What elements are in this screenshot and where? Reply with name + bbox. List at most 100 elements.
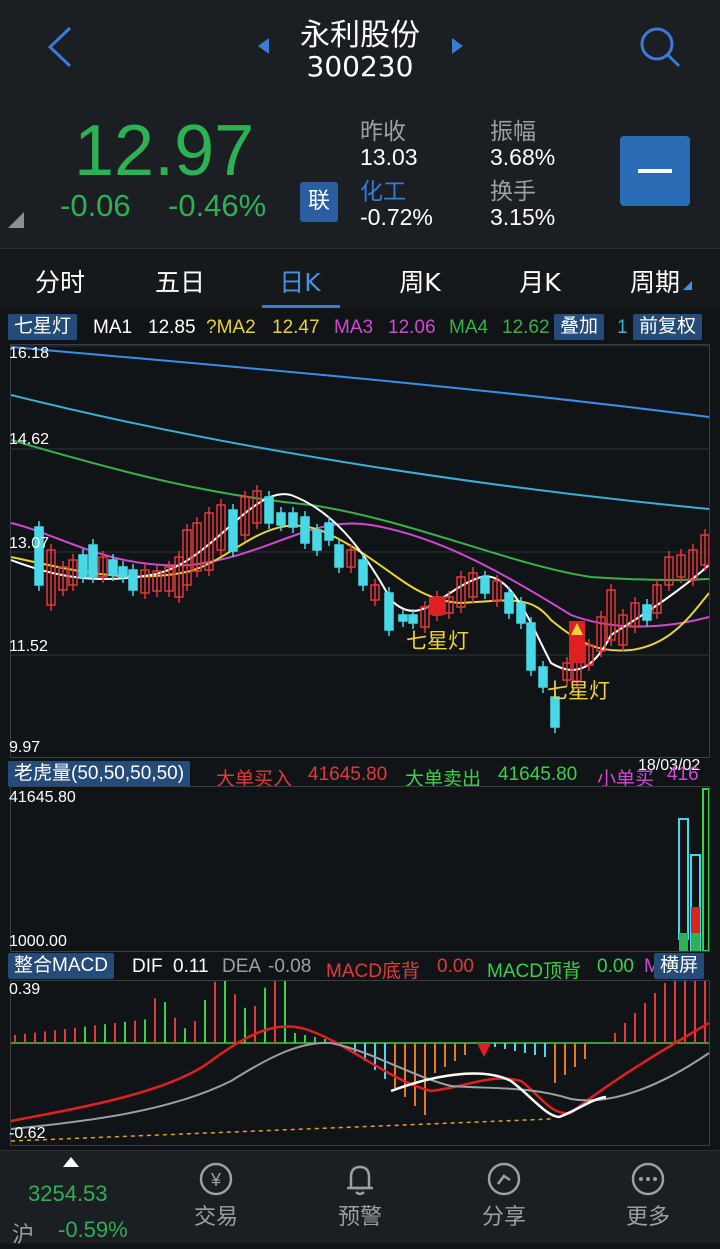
small-buy-value: 416: [667, 764, 699, 785]
stock-name: 永利股份: [300, 18, 420, 53]
tab-five-day[interactable]: 五日: [125, 263, 235, 299]
nav-share-label: 分享: [481, 1205, 526, 1230]
candle-43: [526, 622, 536, 671]
svg-text:¥: ¥: [210, 1170, 222, 1190]
indicator-badge[interactable]: 七星灯: [8, 314, 78, 340]
expand-corner-icon[interactable]: [8, 212, 24, 228]
volume-y-top: 41645.80: [9, 789, 76, 806]
prev-close-label: 昨收: [360, 119, 406, 145]
ma2-label: ?MA2: [206, 317, 256, 338]
tab-daily-k[interactable]: 日K: [245, 263, 355, 299]
volume-y-bottom: 1000.00: [9, 933, 67, 950]
dif-label: DIF: [132, 956, 163, 977]
macd-signal-arrow-icon: [477, 1043, 491, 1057]
next-stock-icon[interactable]: [452, 38, 463, 54]
nav-alert[interactable]: 预警: [310, 1159, 410, 1231]
volume-bar-outline-3: [702, 788, 709, 951]
big-buy-value: 41645.80: [308, 764, 388, 785]
lian-button[interactable]: 联: [300, 182, 338, 222]
candle-53: [642, 604, 652, 621]
index-value[interactable]: 3254.53: [28, 1181, 108, 1207]
candle-26: [324, 522, 334, 541]
tab-intraday[interactable]: 分时: [5, 263, 115, 299]
candle-29: [358, 559, 368, 586]
dea-label: DEA: [222, 956, 262, 977]
big-buy-label: 大单买入: [216, 769, 293, 788]
macd-overlay-line: [390, 1072, 607, 1119]
landscape-button[interactable]: 横屏: [654, 953, 705, 979]
volume-bar-green-2: [691, 933, 700, 951]
nav-more[interactable]: 更多: [598, 1159, 698, 1231]
candle-23: [288, 512, 298, 528]
candle-9: [128, 569, 138, 591]
volume-canvas: [678, 788, 709, 951]
search-icon[interactable]: [635, 22, 685, 72]
candle-39: [480, 576, 490, 594]
small-buy-label: 小单买: [597, 769, 655, 788]
turnover-label: 换手: [490, 179, 536, 205]
y-label-4: 11.52: [9, 638, 48, 655]
volume-indicator-badge[interactable]: 老虎量(50,50,50,50): [8, 761, 191, 787]
ma4-label: MA4: [449, 317, 489, 338]
signal-label-2: 七星灯: [547, 679, 610, 703]
period-dropdown-icon: [683, 281, 692, 290]
sector-link[interactable]: 化工: [360, 172, 406, 206]
period-tabs: 分时 五日 日K 周K 月K 周期: [0, 248, 720, 309]
volume-legend: 老虎量(50,50,50,50) 大单买入 41645.80 大单卖出 4164…: [0, 760, 720, 788]
bell-icon: [347, 1165, 373, 1196]
sector-change: -0.72%: [360, 204, 433, 230]
big-sell-value: 41645.80: [498, 764, 578, 785]
candle-4: [78, 554, 88, 578]
minus-icon: [638, 169, 672, 173]
candle-22: [276, 512, 286, 526]
amplitude-value: 3.68%: [490, 144, 556, 170]
last-price: 12.97: [74, 111, 255, 191]
candle-31: [384, 592, 394, 631]
macd-y-top: 0.39: [9, 981, 41, 998]
tab-period[interactable]: 周期: [600, 263, 710, 299]
adjust-button[interactable]: 前复权: [633, 314, 703, 340]
nav-trade-label: 交易: [193, 1205, 238, 1230]
candle-5: [88, 544, 98, 578]
turnover-value: 3.15%: [490, 204, 556, 230]
macd-chart[interactable]: 0.39 -0.62: [9, 980, 710, 1146]
ma2-value: 12.47: [272, 317, 320, 338]
ma4-value: 12.62: [502, 317, 550, 338]
macd-top-div-label: MACD顶背: [487, 961, 581, 980]
y-label-top: 16.18: [9, 345, 50, 362]
candle-25: [312, 529, 322, 551]
nav-share[interactable]: 分享: [454, 1159, 554, 1231]
signal-label-1: 七星灯: [406, 629, 469, 653]
macd-divergence-line: [11, 1118, 552, 1142]
macd-canvas: [11, 981, 709, 1142]
candle-32: [398, 614, 408, 622]
volume-chart[interactable]: 41645.80 1000.00: [9, 786, 710, 952]
index-name: 沪: [12, 1223, 35, 1248]
dea-value: -0.08: [268, 956, 312, 977]
ma-line-blue: [11, 346, 709, 418]
volume-bar-outline-1: [678, 818, 689, 940]
stock-code: 300230: [306, 50, 414, 83]
quote-panel: 12.97 -0.06 -0.46% 联 昨收 13.03 化工 -0.72% …: [0, 100, 720, 248]
overlay-button[interactable]: 叠加: [554, 314, 605, 340]
price-change-percent: -0.46%: [168, 188, 267, 223]
candle-44: [538, 666, 548, 688]
tab-weekly-k[interactable]: 周K: [365, 263, 475, 299]
more-icon: [631, 1162, 665, 1196]
candle-27: [334, 544, 344, 568]
y-label-bottom: 9.97: [9, 739, 41, 756]
header-bar: 永利股份 300230: [0, 0, 720, 100]
nav-trade[interactable]: ¥ 交易: [166, 1159, 266, 1231]
macd-top-div-value: 0.00: [597, 956, 634, 977]
candle-41: [504, 592, 514, 614]
remove-watchlist-button[interactable]: [620, 136, 690, 206]
kline-chart[interactable]: 16.18 14.62 13.07 11.52 9.97 七星灯 七星灯 18/…: [9, 344, 710, 774]
macd-indicator-badge[interactable]: 整合MACD: [8, 953, 114, 979]
candle-8: [118, 566, 128, 578]
tab-monthly-k[interactable]: 月K: [485, 263, 595, 299]
share-icon: [487, 1162, 521, 1196]
amplitude-label: 振幅: [490, 119, 536, 145]
candle-24: [300, 516, 310, 544]
ma5-value-clipped: 1: [617, 317, 628, 338]
index-expand-icon[interactable]: [63, 1157, 79, 1167]
